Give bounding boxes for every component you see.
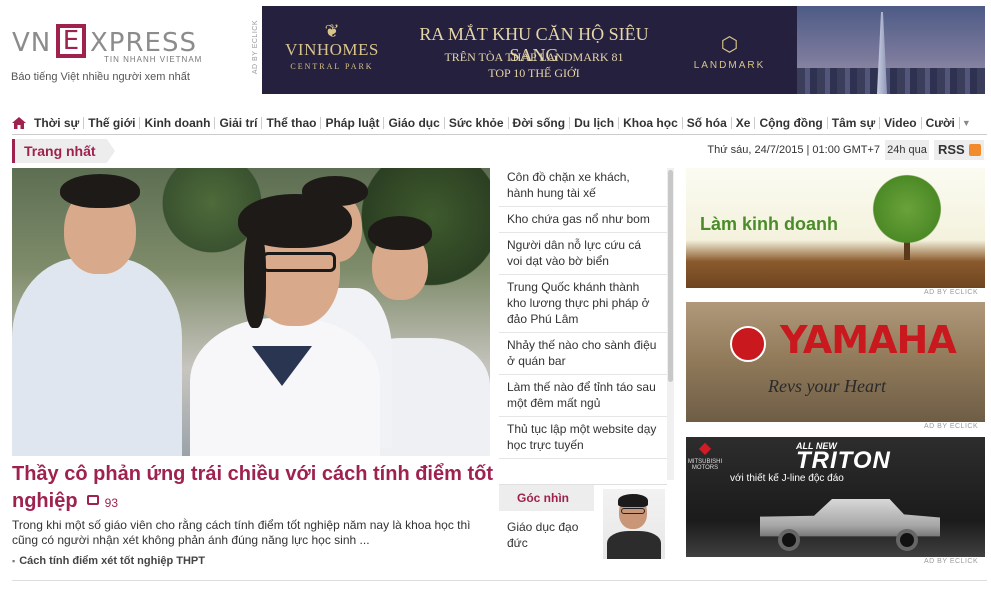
landmark-logo: ⬡ LANDMARK — [682, 34, 777, 71]
ad3-name: TRITON — [796, 447, 891, 474]
truck-wheel — [778, 529, 800, 551]
list-item[interactable]: Thủ tục lập một website dạy học trực tuy… — [499, 417, 667, 459]
nav-item-cong-dong[interactable]: Cộng đồng — [755, 116, 828, 129]
mitsubishi-name: MITSUBISHI MOTORS — [687, 459, 723, 471]
chevron-down-icon[interactable]: ▼ — [962, 118, 971, 128]
top-banner-ad[interactable]: ❦ VINHOMES CENTRAL PARK RA MẮT KHU CĂN H… — [262, 6, 985, 94]
ad-label: AD BY ECLICK — [924, 289, 979, 296]
nav-item-giao-duc[interactable]: Giáo dục — [384, 116, 445, 129]
list-item[interactable]: Người dân nỗ lực cứu cá voi dạt vào bờ b… — [499, 233, 667, 275]
divider — [12, 580, 987, 581]
nav-item-the-thao[interactable]: Thể thao — [262, 116, 322, 129]
nav-item-video[interactable]: Video — [880, 116, 922, 129]
banner-line-2: TRÊN TÒA THÁP LANDMARK 81 — [444, 50, 624, 64]
ad-yamaha[interactable]: YAMAHA Revs your Heart — [686, 302, 985, 422]
rss-button[interactable]: RSS — [934, 140, 984, 160]
current-date: Thứ sáu, 24/7/2015 | 01:00 GMT+7 — [707, 144, 880, 156]
goc-nhin-title[interactable]: Góc nhìn — [499, 485, 594, 511]
author-glasses — [621, 508, 645, 514]
rss-label: RSS — [938, 142, 965, 157]
side-news-list: Côn đồ chặn xe khách, hành hung tài xế K… — [499, 165, 667, 477]
vinhomes-emblem-icon: ❦ — [324, 21, 340, 41]
nav-item-du-lich[interactable]: Du lịch — [570, 116, 620, 129]
list-item[interactable]: Nhảy thế nào cho sành điệu ở quán bar — [499, 333, 667, 375]
landmark-emblem-icon: ⬡ — [720, 34, 739, 56]
vinhomes-sub: CENTRAL PARK — [290, 62, 374, 71]
truck-wheel — [896, 529, 918, 551]
hero-image[interactable] — [12, 168, 490, 456]
hero-headline[interactable]: Thầy cô phản ứng trái chiều với cách tín… — [12, 461, 496, 517]
nav-item-so-hoa[interactable]: Số hóa — [683, 116, 732, 129]
student-hair — [60, 174, 140, 208]
ad-tree-image — [864, 174, 950, 244]
goc-nhin-box[interactable]: Góc nhìn Giáo dục đạo đức — [499, 484, 667, 560]
ad3-tag: với thiết kế J-line độc đáo — [730, 473, 844, 484]
ad2-text: YAMAHA — [780, 318, 957, 362]
main-nav: Thời sự Thế giới Kinh doanh Giải trí Thể… — [12, 111, 987, 135]
list-item[interactable]: Côn đồ chặn xe khách, hành hung tài xế — [499, 165, 667, 207]
student-hair — [368, 216, 432, 250]
logo-vn: VN — [12, 28, 52, 58]
nav-item-suc-khoe[interactable]: Sức khỏe — [445, 116, 509, 129]
student-shirt — [12, 258, 182, 456]
ad-lam-kinh-doanh[interactable]: Làm kinh doanh — [686, 168, 985, 288]
site-logo[interactable]: VN E XPRESS TIN NHANH VIETNAM — [12, 24, 217, 64]
logo-subtitle: TIN NHANH VIETNAM — [104, 55, 203, 64]
comment-count[interactable]: 93 — [105, 496, 118, 510]
scrollbar-thumb[interactable] — [668, 170, 673, 382]
banner-line-3: TOP 10 THẾ GIỚI — [488, 66, 580, 80]
nav-item-cuoi[interactable]: Cười — [922, 116, 960, 129]
ad-tag-vertical: AD BY ECLICK — [252, 20, 259, 75]
vinhomes-logo: ❦ VINHOMES CENTRAL PARK — [282, 22, 382, 71]
list-item[interactable]: Trung Quốc khánh thành kho lương thực ph… — [499, 275, 667, 333]
comment-icon — [87, 494, 100, 505]
list-item[interactable]: Làm thế nào để tỉnh táo sau một đêm mất … — [499, 375, 667, 417]
hero-title[interactable]: Thầy cô phản ứng trái chiều với cách tín… — [12, 463, 493, 512]
author-hair — [618, 494, 648, 507]
student-hair — [244, 228, 266, 328]
nav-item-doi-song[interactable]: Đời sống — [509, 116, 571, 129]
hero-lead: Trong khi một số giáo viên cho rằng cách… — [12, 518, 471, 547]
ad-label: AD BY ECLICK — [924, 558, 979, 565]
nav-item-kinh-doanh[interactable]: Kinh doanh — [140, 116, 216, 129]
logo-e-box: E — [56, 24, 86, 58]
related-link[interactable]: Cách tính điểm xét tốt nghiệp THPT — [12, 555, 205, 567]
glasses — [262, 252, 336, 272]
last-24h-button[interactable]: 24h qua — [885, 140, 929, 160]
list-item[interactable]: Kho chứa gas nổ như bom — [499, 207, 667, 233]
section-bar: Trang nhất Thứ sáu, 24/7/2015 | 01:00 GM… — [12, 139, 987, 163]
student-shirt — [190, 318, 380, 456]
author-photo — [603, 489, 665, 559]
logo-xpress: XPRESS — [90, 28, 197, 58]
yamaha-emblem-icon — [730, 326, 766, 362]
vinhomes-name: VINHOMES — [285, 40, 379, 59]
nav-item-giai-tri[interactable]: Giải trí — [215, 116, 263, 129]
ad1-text: Làm kinh doanh — [700, 214, 839, 234]
nav-item-phap-luat[interactable]: Pháp luật — [321, 116, 385, 129]
goc-nhin-text[interactable]: Giáo dục đạo đức — [507, 519, 597, 551]
section-title-tab[interactable]: Trang nhất — [12, 139, 115, 163]
ad-triton[interactable]: ◆ MITSUBISHI MOTORS ALL NEW TRITON với t… — [686, 437, 985, 557]
ad-label: AD BY ECLICK — [924, 423, 979, 430]
banner-city-image — [797, 68, 985, 94]
landmark-name: LANDMARK — [693, 60, 766, 71]
nav-item-tam-su[interactable]: Tâm sự — [828, 116, 881, 129]
site-tagline: Báo tiếng Việt nhiều người xem nhất — [11, 71, 190, 83]
nav-item-xe[interactable]: Xe — [732, 116, 756, 129]
nav-item-the-gioi[interactable]: Thế giới — [84, 116, 141, 129]
nav-item-thoi-su[interactable]: Thời sự — [30, 116, 85, 129]
mitsubishi-logo-icon: ◆ — [698, 440, 712, 457]
rss-icon — [969, 144, 981, 156]
home-icon[interactable] — [12, 116, 26, 129]
ad2-sub: Revs your Heart — [768, 376, 886, 396]
author-body — [607, 531, 661, 559]
nav-item-khoa-hoc[interactable]: Khoa học — [619, 116, 683, 129]
